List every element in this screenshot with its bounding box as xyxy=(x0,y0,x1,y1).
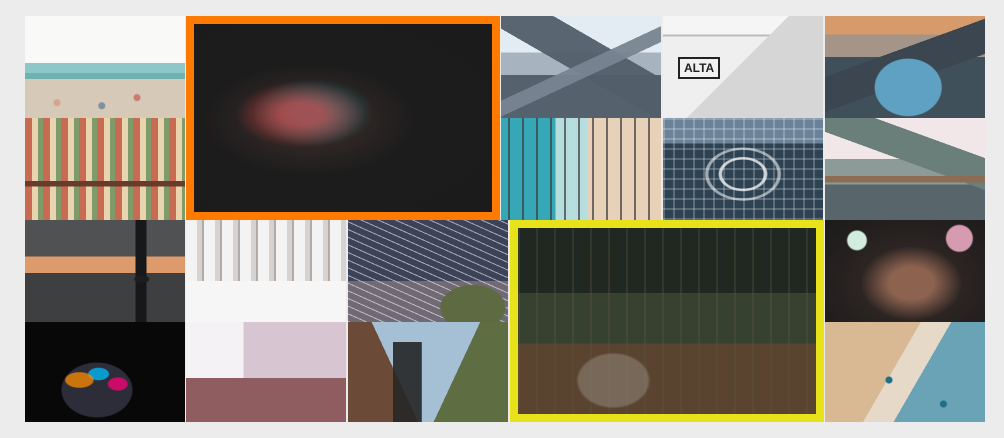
silhouette-photo[interactable] xyxy=(25,220,185,322)
star-trails-image xyxy=(348,220,508,322)
silhouette-image xyxy=(25,220,185,322)
beach-photo-top[interactable] xyxy=(25,16,185,118)
resort-image xyxy=(25,118,185,220)
eiffel-tower-photo[interactable] xyxy=(348,322,508,422)
alta-sign-text: ALTA xyxy=(678,57,721,79)
forest-photo-selected[interactable] xyxy=(510,220,824,422)
beach-image xyxy=(25,16,185,118)
painted-portrait-image xyxy=(25,322,185,422)
resort-photo[interactable] xyxy=(25,118,185,220)
street-photo[interactable] xyxy=(186,220,346,322)
forest-image xyxy=(518,228,816,414)
flower-crown-photo[interactable] xyxy=(825,220,985,322)
coast-photo[interactable] xyxy=(825,118,985,220)
painted-portrait-photo[interactable] xyxy=(25,322,185,422)
photo-gallery: ALTA xyxy=(25,16,985,422)
lake-image xyxy=(825,16,985,118)
patio-photo[interactable] xyxy=(186,322,346,422)
beach-photo-bottom[interactable] xyxy=(825,322,985,422)
mountain-photo[interactable] xyxy=(501,16,661,118)
portrait-photo-selected[interactable] xyxy=(186,16,500,220)
dome-image xyxy=(663,118,823,220)
portrait-image xyxy=(194,24,492,212)
aerial-beach-image xyxy=(501,118,661,220)
lake-photo[interactable] xyxy=(825,16,985,118)
coast-image xyxy=(825,118,985,220)
patio-image xyxy=(186,322,346,422)
eiffel-tower-image xyxy=(348,322,508,422)
flower-crown-image xyxy=(825,220,985,322)
beach-image-bottom xyxy=(825,322,985,422)
aerial-beach-photo[interactable] xyxy=(501,118,661,220)
dome-photo[interactable] xyxy=(663,118,823,220)
mountain-image xyxy=(501,16,661,118)
alta-building-photo[interactable]: ALTA xyxy=(663,16,823,118)
street-image xyxy=(186,220,346,322)
star-trails-photo[interactable] xyxy=(348,220,508,322)
